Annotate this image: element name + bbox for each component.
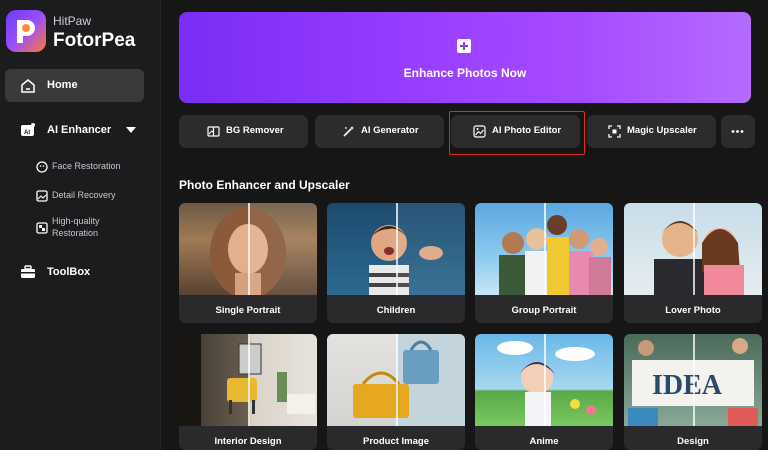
card-thumbnail: IDEA	[624, 334, 762, 426]
sidebar-subitem-label: High-quality Restoration	[52, 216, 100, 238]
sidebar-subitem-face-restoration[interactable]: Face Restoration	[36, 160, 151, 174]
sidebar-subitem-label: Detail Recovery	[52, 190, 116, 200]
bg-remover-label: BG Remover	[226, 125, 284, 136]
card-interior-design[interactable]: Interior Design	[179, 334, 317, 450]
logo-p-icon	[17, 20, 35, 43]
magic-upscaler-label: Magic Upscaler	[627, 125, 697, 136]
card-label: Interior Design	[214, 436, 282, 447]
enhance-photos-label: Enhance Photos Now	[403, 66, 527, 80]
sidebar-subitem-label: Face Restoration	[52, 161, 121, 171]
card-single-portrait[interactable]: Single Portrait	[179, 203, 317, 323]
card-anime[interactable]: Anime	[475, 334, 613, 450]
toolbox-icon	[21, 265, 35, 278]
card-label: Anime	[529, 436, 559, 447]
sidebar-item-label: ToolBox	[47, 266, 91, 278]
sidebar-subitem-detail-recovery[interactable]: Detail Recovery	[36, 189, 151, 203]
card-thumbnail	[327, 203, 465, 295]
sidebar: HitPaw FotorPea Home AI AI Enhancer Face…	[0, 0, 161, 450]
svg-text:AI: AI	[24, 130, 30, 136]
card-lover-photo[interactable]: Lover Photo	[624, 203, 762, 323]
card-label: Design	[677, 436, 709, 447]
chevron-down-icon[interactable]	[126, 127, 136, 133]
section-title: Photo Enhancer and Upscaler	[179, 178, 350, 192]
card-design[interactable]: IDEA Design	[624, 334, 762, 450]
card-label: Group Portrait	[511, 305, 577, 316]
bg-remover-button[interactable]: BG Remover	[179, 115, 308, 148]
restore-icon	[36, 222, 48, 234]
card-thumbnail	[624, 203, 762, 295]
bg-remover-icon	[207, 126, 220, 137]
card-label: Single Portrait	[215, 305, 281, 316]
upscale-icon	[608, 125, 621, 138]
sidebar-item-home[interactable]: Home	[5, 69, 144, 102]
card-label: Product Image	[363, 436, 429, 447]
card-label: Lover Photo	[665, 305, 721, 316]
sidebar-subitem-high-quality-restoration[interactable]: High-quality Restoration	[36, 215, 151, 241]
magic-upscaler-button[interactable]: Magic Upscaler	[587, 115, 716, 148]
home-icon	[21, 79, 35, 93]
card-product-image[interactable]: Product Image	[327, 334, 465, 450]
card-thumbnail	[327, 334, 465, 426]
image-detail-icon	[36, 190, 48, 202]
svg-text:IDEA: IDEA	[652, 370, 723, 401]
card-thumbnail	[475, 203, 613, 295]
card-thumbnail	[179, 334, 317, 426]
brand-name: FotorPea	[53, 30, 136, 51]
sidebar-item-ai-enhancer[interactable]: AI AI Enhancer	[5, 116, 144, 144]
ellipsis-icon	[731, 130, 744, 133]
magic-wand-icon	[343, 126, 354, 137]
sidebar-item-toolbox[interactable]: ToolBox	[5, 258, 144, 286]
brand-company: HitPaw	[53, 14, 92, 28]
card-thumbnail	[179, 203, 317, 299]
app-logo	[6, 10, 46, 52]
enhance-photos-banner[interactable]: Enhance Photos Now	[179, 12, 751, 103]
ai-generator-label: AI Generator	[361, 125, 419, 136]
face-icon	[36, 161, 48, 173]
card-label: Children	[376, 305, 416, 316]
plus-icon	[457, 39, 471, 53]
more-tools-button[interactable]	[721, 115, 755, 148]
card-group-portrait[interactable]: Group Portrait	[475, 203, 613, 323]
sidebar-item-label: Home	[47, 79, 78, 91]
ai-enhancer-icon: AI	[21, 123, 35, 136]
ai-generator-button[interactable]: AI Generator	[315, 115, 444, 148]
sidebar-item-label: AI Enhancer	[47, 124, 112, 136]
card-thumbnail	[475, 334, 613, 426]
highlight-box	[449, 111, 585, 155]
card-children[interactable]: Children	[327, 203, 465, 323]
